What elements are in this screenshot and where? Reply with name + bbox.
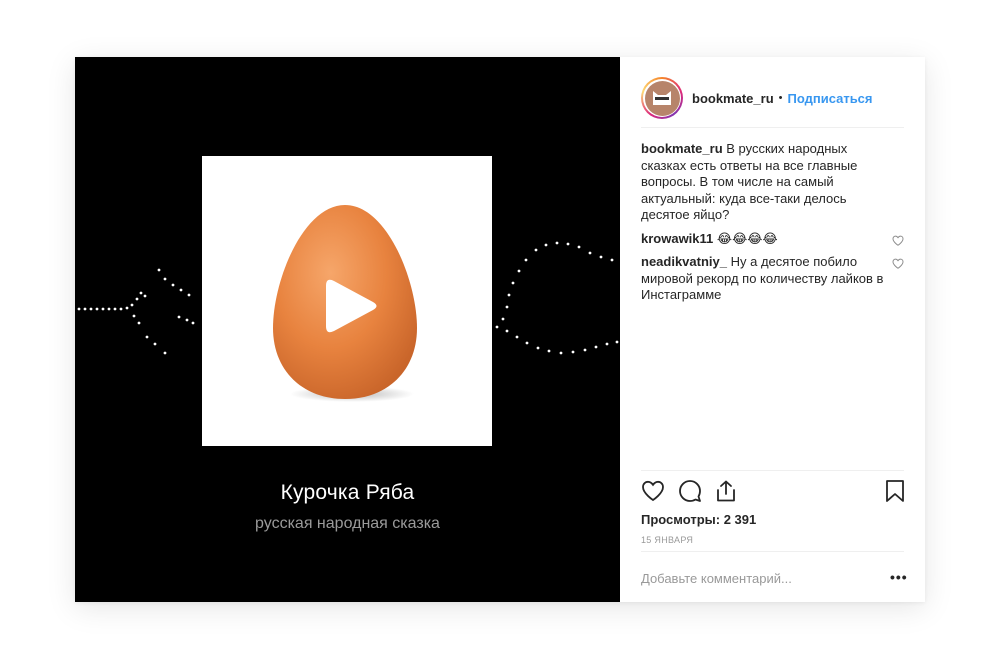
book-title: Курочка Ряба: [280, 481, 415, 504]
comment-like-heart-icon[interactable]: [892, 258, 904, 269]
follow-button[interactable]: Подписаться: [788, 91, 873, 106]
caption: bookmate_ru В русских народных сказках е…: [641, 141, 904, 224]
comment-item: krowawik11 😂😂😂😂: [641, 231, 904, 248]
comments-section: bookmate_ru В русских народных сказках е…: [641, 141, 904, 311]
post-sidebar: bookmate_ru • Подписаться bookmate_ru В …: [620, 57, 925, 602]
instagram-post-card: Курочка Ряба русская народная сказка boo…: [75, 57, 925, 602]
separator: •: [778, 92, 783, 104]
share-icon[interactable]: [714, 479, 738, 503]
comment-text: 😂😂😂😂: [716, 230, 778, 246]
comment-like-heart-icon[interactable]: [892, 235, 904, 246]
bookmate-logo-icon: [644, 80, 680, 116]
post-actions: [641, 479, 904, 505]
comment-icon[interactable]: [678, 479, 702, 503]
post-author-username[interactable]: bookmate_ru: [692, 91, 774, 106]
avatar[interactable]: [641, 77, 683, 119]
add-comment-input[interactable]: [641, 571, 871, 586]
more-options-icon[interactable]: •••: [890, 569, 908, 585]
post-header: bookmate_ru • Подписаться: [641, 69, 904, 128]
comment-username[interactable]: neadikvatniy_: [641, 254, 727, 269]
divider: [641, 470, 904, 471]
book-subtitle: русская народная сказка: [255, 515, 440, 532]
bookmark-icon[interactable]: [884, 479, 906, 503]
heart-icon[interactable]: [641, 479, 665, 503]
post-date[interactable]: 15 ЯНВАРЯ: [641, 535, 693, 545]
caption-username[interactable]: bookmate_ru: [641, 141, 723, 156]
book-cover: [202, 156, 492, 446]
play-icon[interactable]: [202, 156, 492, 446]
comment-item: neadikvatniy_ Ну а десятое побило мирово…: [641, 254, 904, 304]
post-media[interactable]: Курочка Ряба русская народная сказка: [75, 57, 620, 602]
comment-username[interactable]: krowawik11: [641, 231, 713, 246]
divider: [641, 551, 904, 552]
views-count[interactable]: Просмотры: 2 391: [641, 512, 756, 527]
